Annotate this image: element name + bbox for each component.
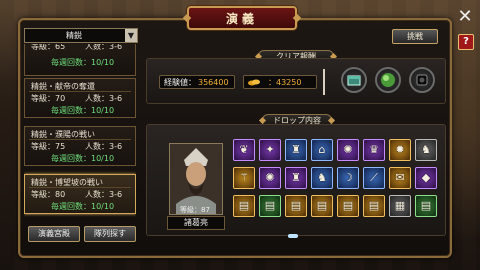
help-button[interactable]: ? [458, 34, 474, 50]
stage-players: 人数：3-6 [85, 142, 123, 151]
drop-item[interactable]: ✺ [259, 167, 281, 189]
stage-players: 人数：3-6 [85, 44, 123, 51]
horse-icon: ♞ [317, 171, 327, 184]
drop-item[interactable]: ♞ [311, 167, 333, 189]
gold-book-icon: ▤ [368, 199, 380, 212]
fire-icon: ✺ [265, 171, 275, 184]
drop-item[interactable]: ✉ [389, 167, 411, 189]
drop-item[interactable]: ▤ [337, 195, 359, 217]
stage-weekly-count: 毎週回数：10/10 [51, 106, 115, 115]
book-icon: ▤ [264, 199, 276, 212]
drop-item[interactable]: ♜ [285, 139, 307, 161]
challenge-button[interactable]: 挑戦 [392, 29, 438, 44]
drop-item[interactable]: ▤ [233, 195, 255, 217]
drop-item[interactable]: ▤ [285, 195, 307, 217]
exp-reward: 経験値： 356400 [159, 75, 235, 89]
divider [29, 187, 131, 188]
drop-item[interactable]: ⌂ [311, 139, 333, 161]
stage-card[interactable]: 精鋭・献帝の奪還 等級：70 人数：3-6 毎週回数：10/10 [24, 78, 136, 118]
gold-book-icon: ▤ [290, 199, 302, 212]
stage-weekly-count: 毎週回数：10/10 [51, 202, 115, 211]
manual-icon: ▤ [420, 199, 432, 212]
drop-item[interactable]: ⟋ [363, 167, 385, 189]
general-portrait-image [170, 144, 222, 214]
book-icon: ▤ [238, 199, 250, 212]
drop-item[interactable]: ❦ [233, 139, 255, 161]
green-orb-icon[interactable] [375, 67, 401, 93]
divider [323, 69, 325, 95]
stage-card-selected[interactable]: 精鋭・博望坡の戦い 等級：80 人数：3-6 毎週回数：10/10 [24, 174, 136, 214]
exp-value: 356400 [198, 78, 229, 87]
gold-coins-icon [248, 79, 260, 86]
gold-book-icon: ▤ [316, 199, 328, 212]
bow-icon: ☽ [343, 171, 353, 184]
search-team-button[interactable]: 隊列探す [84, 226, 136, 242]
drop-item[interactable]: ♛ [363, 139, 385, 161]
gem-icon: ◆ [421, 171, 431, 184]
stage-level: 等級：70 [31, 94, 66, 103]
flame-icon: ✹ [395, 143, 405, 156]
stage-card[interactable]: 精鋭・濮陽の戦い 等級：75 人数：3-6 毎週回数：10/10 [24, 126, 136, 166]
stage-weekly-count: 毎週回数：10/10 [51, 58, 115, 67]
stage-select-panel: 精鋭 ▼ 等級：65 人数：3-6 毎週回数：10/10 精鋭・献帝の奪還 等級… [24, 28, 138, 244]
drop-item[interactable]: ✦ [259, 139, 281, 161]
wing-icon: ❦ [239, 143, 249, 156]
helmet-icon: ♛ [369, 143, 379, 156]
drop-content-box: 等級：87 諸葛亮 ❦ ✦ ♜ ⌂ ✺ ♛ ✹ ♞ ⚚ ✺ ♜ ♞ ☽ ⟋ ✉ ◆ ▤ ▤ ▤ ▤ ▤ ▤ ▦ ▤ [146, 124, 446, 236]
gold-book-icon: ▤ [342, 199, 354, 212]
drop-item[interactable]: ☽ [337, 167, 359, 189]
difficulty-dropdown[interactable]: 精鋭 ▼ [24, 28, 138, 43]
difficulty-dropdown-label: 精鋭 [66, 31, 82, 40]
exp-label: 経験値： [164, 78, 196, 87]
stage-players: 人数：3-6 [85, 94, 123, 103]
drop-item[interactable]: ♜ [285, 167, 307, 189]
drop-item[interactable]: ✹ [389, 139, 411, 161]
drop-item[interactable]: ▤ [311, 195, 333, 217]
scroll-indicator [288, 234, 298, 238]
spear-icon: ⟋ [370, 171, 378, 184]
drop-item[interactable]: ▤ [259, 195, 281, 217]
armor-icon: ♜ [291, 143, 301, 156]
divider [29, 139, 131, 140]
divider [29, 91, 131, 92]
stage-list[interactable]: 等級：65 人数：3-6 毎週回数：10/10 精鋭・献帝の奪還 等級：70 人… [24, 44, 136, 220]
shoe-icon: ⌂ [318, 143, 326, 156]
general-level: 等級：87 [180, 206, 210, 214]
drop-item[interactable]: ✺ [337, 139, 359, 161]
scroll-icon: ✉ [395, 171, 405, 184]
drop-item[interactable]: ◆ [415, 167, 437, 189]
gold-reward: ：43250 [243, 75, 317, 89]
cape-icon: ♞ [421, 143, 431, 156]
stage-level: 等級：65 [31, 44, 66, 51]
gold-value: ：43250 [268, 78, 302, 87]
dragon-icon: ✦ [265, 143, 275, 156]
general-name: 諸葛亮 [167, 216, 225, 230]
drop-item[interactable]: ▦ [389, 195, 411, 217]
chest-icon[interactable] [341, 67, 367, 93]
drop-item[interactable]: ▤ [415, 195, 437, 217]
palace-button[interactable]: 演義宮殿 [28, 226, 80, 242]
stage-level: 等級：80 [31, 190, 66, 199]
black-orb-icon[interactable] [409, 67, 435, 93]
stage-players: 人数：3-6 [85, 190, 123, 199]
clear-reward-box: 経験値： 356400 ：43250 [146, 58, 446, 104]
plate-icon: ▦ [394, 199, 406, 212]
stage-card[interactable]: 等級：65 人数：3-6 毎週回数：10/10 [24, 44, 136, 76]
armor-icon: ♜ [291, 171, 301, 184]
trident-icon: ⚚ [239, 171, 249, 184]
fire-orb-icon: ✺ [343, 143, 353, 156]
stage-level: 等級：75 [31, 142, 66, 151]
stage-weekly-count: 毎週回数：10/10 [51, 154, 115, 163]
drop-item[interactable]: ▤ [363, 195, 385, 217]
chevron-down-icon[interactable]: ▼ [125, 29, 137, 42]
drop-item[interactable]: ⚚ [233, 167, 255, 189]
drop-item[interactable]: ♞ [415, 139, 437, 161]
close-button[interactable]: ✕ [456, 8, 474, 26]
window-title: 演義 [187, 6, 297, 30]
